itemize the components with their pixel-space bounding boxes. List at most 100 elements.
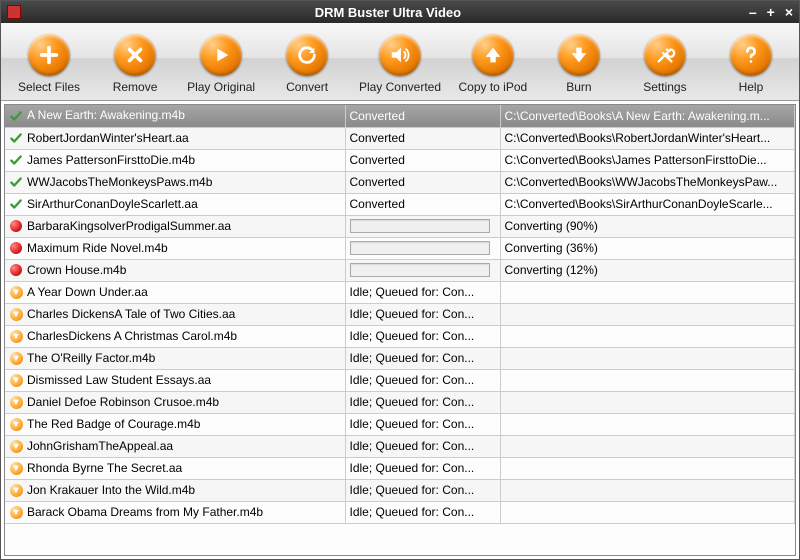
window-title: DRM Buster Ultra Video — [27, 5, 749, 20]
clock-icon: ▼ — [9, 439, 23, 453]
table-row[interactable]: A New Earth: Awakening.m4bConvertedC:\Co… — [5, 105, 795, 127]
file-name-cell: ▼The O'Reilly Factor.m4b — [5, 347, 345, 369]
progress-bar — [350, 219, 490, 233]
status-cell: Idle; Queued for: Con... — [345, 479, 500, 501]
path-cell: Converting (90%) — [500, 215, 795, 237]
red-dot-icon — [9, 219, 23, 233]
play-original-button[interactable]: Play Original — [179, 32, 263, 96]
file-name-cell: A New Earth: Awakening.m4b — [5, 105, 345, 127]
arrow-up-icon — [472, 34, 514, 76]
file-name-cell: ▼Rhonda Byrne The Secret.aa — [5, 457, 345, 479]
table-row[interactable]: ▼Rhonda Byrne The Secret.aaIdle; Queued … — [5, 457, 795, 479]
file-name-cell: ▼A Year Down Under.aa — [5, 281, 345, 303]
copy-to-ipod-button[interactable]: Copy to iPod — [451, 32, 535, 96]
file-name-cell: ▼Daniel Defoe Robinson Crusoe.m4b — [5, 391, 345, 413]
table-row[interactable]: SirArthurConanDoyleScarlett.aaConvertedC… — [5, 193, 795, 215]
status-cell — [345, 237, 500, 259]
question-icon — [730, 34, 772, 76]
red-dot-icon — [9, 241, 23, 255]
path-cell: Converting (36%) — [500, 237, 795, 259]
check-icon — [9, 175, 23, 189]
burn-button[interactable]: Burn — [537, 32, 621, 96]
play-converted-button[interactable]: Play Converted — [351, 32, 449, 96]
status-cell: Idle; Queued for: Con... — [345, 369, 500, 391]
table-row[interactable]: WWJacobsTheMonkeysPaws.m4bConvertedC:\Co… — [5, 171, 795, 193]
arrow-down-icon — [558, 34, 600, 76]
help-button[interactable]: Help — [709, 32, 793, 96]
check-icon — [9, 109, 23, 123]
file-name-cell: ▼JohnGrishamTheAppeal.aa — [5, 435, 345, 457]
minimize-button[interactable]: – — [749, 4, 757, 20]
path-cell — [500, 281, 795, 303]
path-cell — [500, 479, 795, 501]
remove-button[interactable]: Remove — [93, 32, 177, 96]
path-cell: C:\Converted\Books\RobertJordanWinter'sH… — [500, 127, 795, 149]
file-name-cell: Maximum Ride Novel.m4b — [5, 237, 345, 259]
status-cell: Idle; Queued for: Con... — [345, 457, 500, 479]
table-row[interactable]: RobertJordanWinter'sHeart.aaConvertedC:\… — [5, 127, 795, 149]
file-name-cell: ▼Dismissed Law Student Essays.aa — [5, 369, 345, 391]
clock-icon: ▼ — [9, 307, 23, 321]
file-name-cell: ▼CharlesDickens A Christmas Carol.m4b — [5, 325, 345, 347]
table-row[interactable]: ▼Dismissed Law Student Essays.aaIdle; Qu… — [5, 369, 795, 391]
status-cell: Idle; Queued for: Con... — [345, 325, 500, 347]
status-cell: Converted — [345, 105, 500, 127]
path-cell — [500, 501, 795, 523]
path-cell: C:\Converted\Books\WWJacobsTheMonkeysPaw… — [500, 171, 795, 193]
file-name-cell: ▼Barack Obama Dreams from My Father.m4b — [5, 501, 345, 523]
path-cell — [500, 303, 795, 325]
table-row[interactable]: ▼A Year Down Under.aaIdle; Queued for: C… — [5, 281, 795, 303]
red-dot-icon — [9, 263, 23, 277]
file-name-cell: ▼Charles DickensA Tale of Two Cities.aa — [5, 303, 345, 325]
path-cell — [500, 435, 795, 457]
table-row[interactable]: ▼Barack Obama Dreams from My Father.m4bI… — [5, 501, 795, 523]
check-icon — [9, 153, 23, 167]
status-cell: Idle; Queued for: Con... — [345, 391, 500, 413]
table-row[interactable]: ▼The O'Reilly Factor.m4bIdle; Queued for… — [5, 347, 795, 369]
table-row[interactable]: ▼CharlesDickens A Christmas Carol.m4bIdl… — [5, 325, 795, 347]
status-cell — [345, 215, 500, 237]
convert-button[interactable]: Convert — [265, 32, 349, 96]
app-icon — [7, 5, 21, 19]
table-row[interactable]: ▼The Red Badge of Courage.m4bIdle; Queue… — [5, 413, 795, 435]
file-name-cell: BarbaraKingsolverProdigalSummer.aa — [5, 215, 345, 237]
path-cell: C:\Converted\Books\SirArthurConanDoyleSc… — [500, 193, 795, 215]
table-row[interactable]: ▼Jon Krakauer Into the Wild.m4bIdle; Que… — [5, 479, 795, 501]
table-row[interactable]: Crown House.m4bConverting (12%) — [5, 259, 795, 281]
maximize-button[interactable]: + — [767, 4, 775, 20]
table-row[interactable]: ▼JohnGrishamTheAppeal.aaIdle; Queued for… — [5, 435, 795, 457]
table-row[interactable]: ▼Daniel Defoe Robinson Crusoe.m4bIdle; Q… — [5, 391, 795, 413]
table-row[interactable]: ▼Charles DickensA Tale of Two Cities.aaI… — [5, 303, 795, 325]
play-icon — [200, 34, 242, 76]
status-cell: Idle; Queued for: Con... — [345, 303, 500, 325]
status-cell: Idle; Queued for: Con... — [345, 435, 500, 457]
status-cell — [345, 259, 500, 281]
path-cell: Converting (12%) — [500, 259, 795, 281]
status-cell: Converted — [345, 171, 500, 193]
table-row[interactable]: James PattersonFirsttoDie.m4bConvertedC:… — [5, 149, 795, 171]
select-files-button[interactable]: Select Files — [7, 32, 91, 96]
path-cell — [500, 413, 795, 435]
clock-icon: ▼ — [9, 351, 23, 365]
path-cell — [500, 347, 795, 369]
clock-icon: ▼ — [9, 461, 23, 475]
table-row[interactable]: BarbaraKingsolverProdigalSummer.aa Conver… — [5, 215, 795, 237]
tools-icon — [644, 34, 686, 76]
clock-icon: ▼ — [9, 285, 23, 299]
settings-button[interactable]: Settings — [623, 32, 707, 96]
table-row[interactable]: Maximum Ride Novel.m4b Converting (36%) — [5, 237, 795, 259]
status-cell: Idle; Queued for: Con... — [345, 347, 500, 369]
check-icon — [9, 197, 23, 211]
file-name-cell: James PattersonFirsttoDie.m4b — [5, 149, 345, 171]
path-cell — [500, 457, 795, 479]
titlebar: DRM Buster Ultra Video – + × — [1, 1, 799, 23]
path-cell: C:\Converted\Books\James PattersonFirstt… — [500, 149, 795, 171]
file-name-cell: ▼The Red Badge of Courage.m4b — [5, 413, 345, 435]
file-list[interactable]: A New Earth: Awakening.m4bConvertedC:\Co… — [4, 104, 796, 556]
path-cell — [500, 325, 795, 347]
status-cell: Converted — [345, 149, 500, 171]
close-button[interactable]: × — [785, 4, 793, 20]
clock-icon: ▼ — [9, 329, 23, 343]
path-cell — [500, 391, 795, 413]
refresh-icon — [286, 34, 328, 76]
